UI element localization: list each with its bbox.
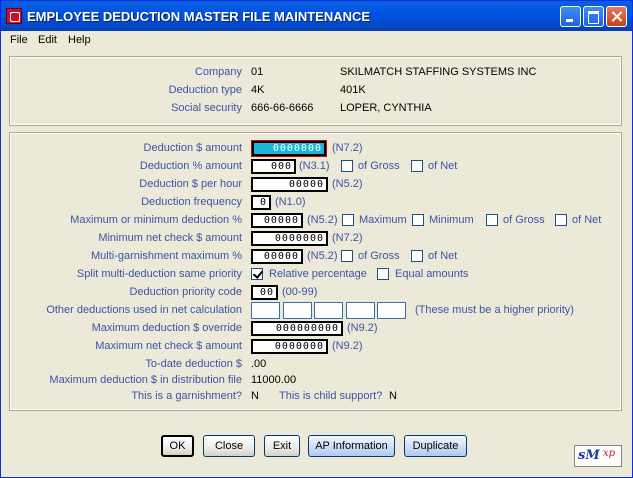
pct-of-gross-label: of Gross <box>358 160 400 172</box>
company-code: 01 <box>251 66 264 78</box>
max-override-label: Maximum deduction $ override <box>91 322 242 334</box>
max-net-label: Maximum net check $ amount <box>95 340 242 352</box>
equal-amounts-checkbox[interactable] <box>377 268 389 280</box>
minimum-label: Minimum <box>429 214 474 226</box>
menu-help[interactable]: Help <box>68 34 91 46</box>
deduction-type-code: 4K <box>251 84 265 96</box>
exit-button[interactable]: Exit <box>264 435 300 457</box>
pct-label: Deduction % amount <box>139 160 242 172</box>
employee-name: LOPER, CYNTHIA <box>340 102 432 114</box>
priority-input[interactable]: 00 <box>251 285 278 300</box>
multi-of-net-checkbox[interactable] <box>411 250 423 262</box>
priority-format: (00-99) <box>282 286 318 298</box>
multi-of-gross-checkbox[interactable] <box>341 250 353 262</box>
maxmin-of-gross-label: of Gross <box>503 214 545 226</box>
ssn-value: 666-66-6666 <box>251 102 314 114</box>
maxmin-input[interactable]: 00000 <box>251 213 303 228</box>
pct-of-net-label: of Net <box>428 160 458 172</box>
to-date-label: To-date deduction $ <box>145 358 242 370</box>
window-title: EMPLOYEE DEDUCTION MASTER FILE MAINTENAN… <box>27 9 371 24</box>
ok-button[interactable]: OK <box>161 435 194 457</box>
max-override-input[interactable]: 000000000 <box>251 321 343 336</box>
multi-of-net-label: of Net <box>428 250 458 262</box>
amount-format: (N7.2) <box>332 142 363 154</box>
menu-file[interactable]: File <box>10 34 28 46</box>
frequency-format: (N1.0) <box>275 196 306 208</box>
per-hour-format: (N5.2) <box>332 178 363 190</box>
multi-garn-input[interactable]: 00000 <box>251 249 303 264</box>
close-button[interactable]: Close <box>203 435 255 457</box>
smxp-logo: sM xp <box>574 445 622 467</box>
title-bar[interactable]: EMPLOYEE DEDUCTION MASTER FILE MAINTENAN… <box>1 1 632 31</box>
ap-information-button[interactable]: AP Information <box>308 435 395 457</box>
company-label: Company <box>194 66 242 78</box>
app-icon <box>6 8 22 24</box>
pct-of-gross-checkbox[interactable] <box>341 160 353 172</box>
duplicate-button[interactable]: Duplicate <box>404 435 467 457</box>
split-label: Split multi-deduction same priority <box>76 268 242 280</box>
other-deduction-input-3[interactable] <box>314 302 343 319</box>
relative-percentage-checkbox[interactable] <box>251 268 263 280</box>
maxmin-of-net-label: of Net <box>572 214 602 226</box>
min-net-format: (N7.2) <box>332 232 363 244</box>
ssn-label: Social security <box>171 102 242 114</box>
menu-edit[interactable]: Edit <box>38 34 57 46</box>
amount-input[interactable]: 0000000 <box>251 140 327 157</box>
minimize-button[interactable] <box>560 6 581 27</box>
child-support-value: N <box>389 390 397 402</box>
deduction-type-name: 401K <box>340 84 366 96</box>
max-net-input[interactable]: 0000000 <box>251 339 328 354</box>
other-deductions-hint: (These must be a higher priority) <box>415 304 574 316</box>
multi-of-gross-label: of Gross <box>358 250 400 262</box>
max-dist-label: Maximum deduction $ in distribution file <box>49 374 242 386</box>
maximize-button[interactable] <box>583 6 604 27</box>
min-net-label: Minimum net check $ amount <box>98 232 242 244</box>
pct-input[interactable]: 000 <box>251 159 296 174</box>
other-deduction-input-1[interactable] <box>251 302 280 319</box>
maximum-checkbox[interactable] <box>342 214 354 226</box>
min-net-input[interactable]: 0000000 <box>251 231 328 246</box>
other-deduction-input-2[interactable] <box>283 302 312 319</box>
logo-suffix: xp <box>603 448 616 459</box>
maxmin-label: Maximum or minimum deduction % <box>70 214 242 226</box>
max-net-format: (N9.2) <box>332 340 363 352</box>
per-hour-label: Deduction $ per hour <box>139 178 242 190</box>
maxmin-of-gross-checkbox[interactable] <box>486 214 498 226</box>
frequency-input[interactable]: 0 <box>251 195 271 210</box>
logo-text: sM <box>578 448 600 463</box>
menu-bar: File Edit Help <box>1 31 632 50</box>
equal-amounts-label: Equal amounts <box>395 268 469 280</box>
child-support-label: This is child support? <box>279 390 383 402</box>
relative-percentage-label: Relative percentage <box>269 268 367 280</box>
per-hour-input[interactable]: 00000 <box>251 177 328 192</box>
pct-of-net-checkbox[interactable] <box>411 160 423 172</box>
garnishment-label: This is a garnishment? <box>131 390 242 402</box>
multi-garn-label: Multi-garnishment maximum % <box>91 250 242 262</box>
frequency-label: Deduction frequency <box>141 196 242 208</box>
to-date-value: .00 <box>251 358 267 370</box>
max-override-format: (N9.2) <box>347 322 378 334</box>
garnishment-value: N <box>251 390 259 402</box>
max-dist-value: 11000.00 <box>251 374 297 386</box>
other-deduction-input-5[interactable] <box>377 302 406 319</box>
close-window-button[interactable] <box>606 6 627 27</box>
company-name: SKILMATCH STAFFING SYSTEMS INC <box>340 66 537 78</box>
multi-garn-format: (N5.2) <box>307 250 338 262</box>
maxmin-format: (N5.2) <box>307 214 338 226</box>
maximum-label: Maximum <box>359 214 407 226</box>
minimum-checkbox[interactable] <box>412 214 424 226</box>
other-deductions-label: Other deductions used in net calculation <box>46 304 242 316</box>
deduction-type-label: Deduction type <box>168 84 242 96</box>
other-deduction-input-4[interactable] <box>346 302 375 319</box>
pct-format: (N3.1) <box>299 160 330 172</box>
priority-label: Deduction priority code <box>129 286 242 298</box>
maxmin-of-net-checkbox[interactable] <box>555 214 567 226</box>
amount-label: Deduction $ amount <box>143 142 242 154</box>
main-window: EMPLOYEE DEDUCTION MASTER FILE MAINTENAN… <box>0 0 633 478</box>
